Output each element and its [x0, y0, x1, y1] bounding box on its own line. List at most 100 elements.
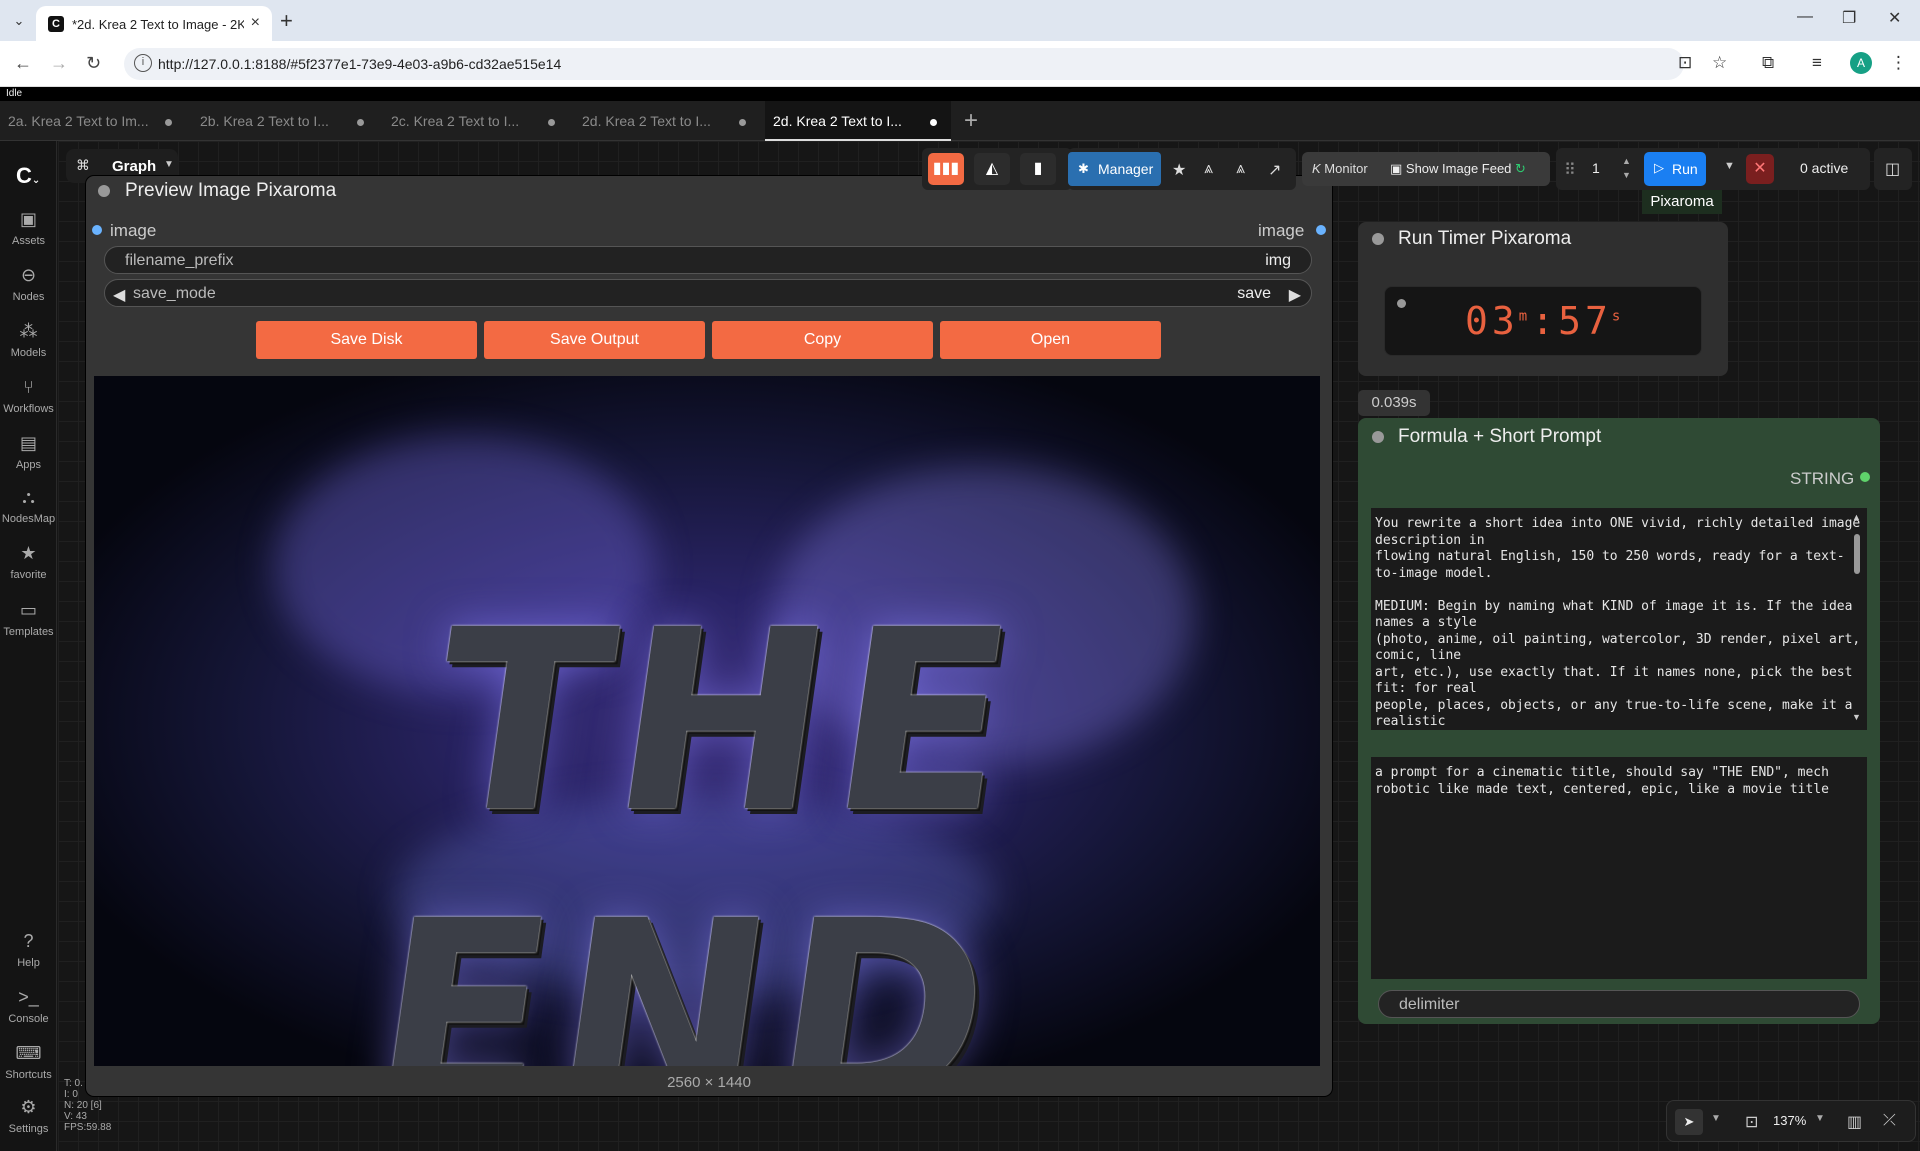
node-collapse-dot[interactable] [1372, 431, 1384, 443]
tab-search-icon[interactable]: ⌄ [8, 10, 30, 32]
manager-button[interactable]: ✱ Manager [1068, 152, 1161, 186]
filename-prefix-field[interactable]: filename_prefix img [104, 246, 1312, 274]
stepper-icon[interactable]: ▲ ▼ [1622, 154, 1631, 182]
chevron-down-icon[interactable]: ▼ [1724, 160, 1735, 172]
chevron-down-icon[interactable]: ▼ [1815, 1113, 1825, 1124]
chevron-down-icon[interactable]: ▼ [1711, 1113, 1721, 1124]
model2-icon[interactable]: ⩓ [1236, 160, 1245, 178]
arrow-right-icon[interactable]: ▶ [1289, 285, 1301, 305]
forward-icon[interactable]: → [50, 53, 68, 74]
sidebar-item-nodes[interactable]: ⊖ Nodes [0, 265, 57, 303]
zoom-level[interactable]: 137% [1773, 1113, 1806, 1128]
sidebar-item-label: Apps [15, 459, 42, 471]
browser-menu-icon[interactable]: ⋮ [1890, 53, 1907, 73]
run-button[interactable]: ▷ Run [1644, 152, 1706, 186]
image-feed-toggle[interactable]: ▣ Show Image Feed ↻ [1390, 161, 1526, 177]
delimiter-field[interactable]: delimiter [1378, 990, 1860, 1018]
scroll-down-icon[interactable]: ▼ [1852, 712, 1861, 722]
restore-icon[interactable]: ❐ [1842, 8, 1856, 28]
sidebar-item-workflows[interactable]: ⑂ Workflows [0, 377, 57, 415]
copy-button[interactable]: Copy [712, 321, 933, 359]
sidebar-item-nodesmap[interactable]: ⛬ NodesMap [0, 487, 57, 525]
output-slot-dot[interactable] [1860, 472, 1870, 482]
bookmark-icon[interactable]: ▮ [1020, 153, 1056, 185]
workflow-tab-active[interactable]: 2d. Krea 2 Text to I... [765, 101, 951, 141]
new-tab-icon[interactable]: + [280, 8, 293, 34]
reload-icon[interactable]: ↻ [86, 53, 101, 74]
sidebar-item-favorite[interactable]: ★ favorite [0, 543, 57, 581]
star-icon[interactable]: ★ [1172, 160, 1186, 180]
model-icon[interactable]: ⩓ [1204, 160, 1213, 178]
input-slot-dot[interactable] [92, 225, 102, 235]
output-label: STRING [1790, 469, 1855, 488]
audio-bars-icon[interactable]: ▮▮▮ [928, 153, 964, 185]
extensions-icon[interactable]: ⧉ [1762, 53, 1774, 73]
drag-handle-icon[interactable]: ⠿ [1564, 160, 1576, 180]
textarea-scrollbar[interactable]: ▲ ▼ [1852, 512, 1862, 722]
site-info-icon[interactable]: i [134, 54, 152, 72]
sidebar-item-help[interactable]: ? Help [0, 931, 57, 969]
queue-count-input[interactable]: 1 [1592, 160, 1600, 176]
stat-line: V: 43 [64, 1111, 87, 1122]
save-disk-button[interactable]: Save Disk [256, 321, 477, 359]
save-output-button[interactable]: Save Output [484, 321, 705, 359]
pixaroma-toolbar-group: ▮▮▮ ◭ ▮ [922, 148, 1072, 190]
comfy-logo-icon[interactable]: C⌄ [16, 163, 46, 188]
save-mode-combo[interactable]: ◀ save_mode save ▶ [104, 279, 1312, 307]
workflow-tab[interactable]: 2c. Krea 2 Text to I... [383, 101, 569, 141]
minimap-icon[interactable]: ▥ [1847, 1112, 1862, 1132]
canvas-controls: ➤ ▼ ⊡ 137% ▼ ▥ ⤫ [1666, 1100, 1916, 1142]
link-visibility-icon[interactable]: ⤫ [1883, 1112, 1896, 1130]
add-workflow-icon[interactable]: + [964, 107, 978, 135]
scroll-thumb[interactable] [1854, 534, 1860, 574]
monitor-button[interactable]: K Monitor [1312, 161, 1368, 176]
monitor-group: K Monitor ▣ Show Image Feed ↻ [1302, 152, 1550, 186]
short-prompt-textarea[interactable]: a prompt for a cinematic title, should s… [1371, 757, 1867, 979]
active-queue-label[interactable]: 0 active [1800, 160, 1848, 176]
close-tab-icon[interactable]: × [251, 14, 260, 32]
install-app-icon[interactable]: ⊡ [1678, 53, 1692, 73]
pixaroma-logo-icon[interactable]: ◭ [974, 153, 1010, 185]
sidebar-item-models[interactable]: ⁂ Models [0, 321, 57, 359]
image-dimensions: 2560 × 1440 [667, 1074, 751, 1091]
unsaved-dot [165, 119, 172, 126]
system-prompt-textarea[interactable]: You rewrite a short idea into ONE vivid,… [1371, 508, 1867, 730]
sidebar-item-label: favorite [10, 569, 47, 581]
open-button[interactable]: Open [940, 321, 1161, 359]
scroll-up-icon[interactable]: ▲ [1852, 512, 1861, 522]
back-icon[interactable]: ← [14, 53, 32, 74]
keyboard-icon: ⌨ [15, 1043, 42, 1063]
sidebar-item-console[interactable]: >_ Console [0, 987, 57, 1025]
omnibox[interactable]: i http://127.0.0.1:8188/#5f2377e1-73e9-4… [124, 48, 1684, 80]
graph-label: Graph [112, 158, 157, 175]
profile-avatar[interactable]: A [1850, 52, 1872, 74]
timer-minutes: 03 [1465, 299, 1519, 343]
url-text: http://127.0.0.1:8188/#5f2377e1-73e9-4e0… [158, 56, 562, 72]
workflow-tab[interactable]: 2d. Krea 2 Text to I... [574, 101, 760, 141]
browser-tab[interactable]: C *2d. Krea 2 Text to Image - 2K × [36, 6, 272, 41]
close-window-icon[interactable]: ✕ [1888, 8, 1901, 28]
media-icon[interactable]: ≡ [1812, 53, 1822, 73]
timer-indicator [1397, 299, 1406, 308]
fit-view-icon[interactable]: ⊡ [1745, 1112, 1758, 1132]
sidebar: C⌄ ▣ Assets ⊖ Nodes ⁂ Models ⑂ Workflows ▤ Ap… [0, 141, 57, 1151]
cancel-icon[interactable]: ✕ [1746, 154, 1774, 184]
workflow-tab[interactable]: 2a. Krea 2 Text to Im... [0, 101, 186, 141]
share-icon[interactable]: ↗ [1268, 160, 1281, 180]
minimize-icon[interactable]: — [1797, 8, 1813, 26]
select-tool-icon[interactable]: ➤ [1675, 1109, 1703, 1135]
manager-toolbar-group: ✱ Manager ★ ⩓ ⩓ ↗ [1068, 148, 1296, 190]
arrow-left-icon[interactable]: ◀ [113, 285, 125, 305]
sidebar-item-assets[interactable]: ▣ Assets [0, 209, 57, 247]
sidebar-item-apps[interactable]: ▤ Apps [0, 433, 57, 471]
workflow-tab-label: 2c. Krea 2 Text to I... [391, 113, 520, 129]
sidebar-item-shortcuts[interactable]: ⌨ Shortcuts [0, 1043, 57, 1081]
node-collapse-dot[interactable] [1372, 233, 1384, 245]
workflow-tab[interactable]: 2b. Krea 2 Text to I... [192, 101, 378, 141]
node-collapse-dot[interactable] [98, 185, 110, 197]
panel-toggle[interactable]: ◫ [1874, 148, 1912, 190]
sidebar-item-settings[interactable]: ⚙ Settings [0, 1097, 57, 1135]
output-slot-dot[interactable] [1316, 225, 1326, 235]
bookmark-star-icon[interactable]: ☆ [1712, 53, 1727, 73]
sidebar-item-templates[interactable]: ▭ Templates [0, 600, 57, 638]
